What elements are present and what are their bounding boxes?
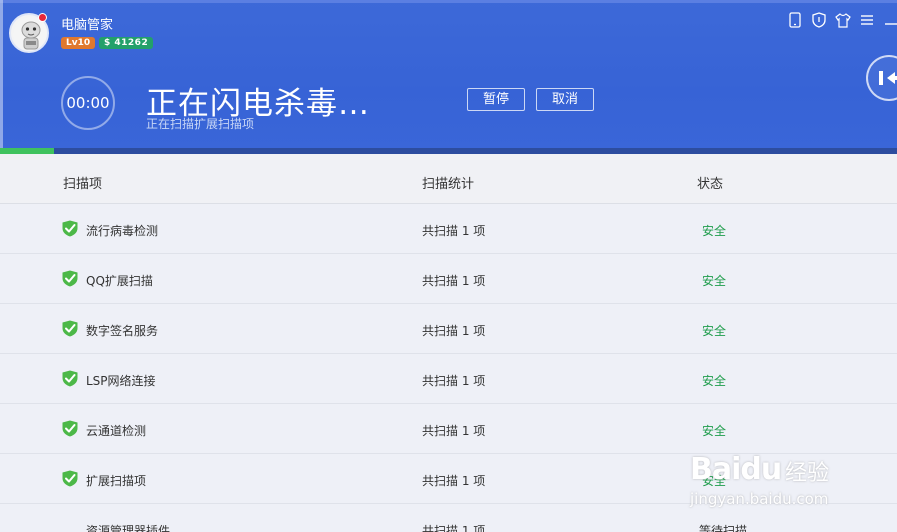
scan-item-name: LSP网络连接 xyxy=(86,374,156,388)
table-row[interactable]: 云通道检测 共扫描 1 项 安全 xyxy=(0,404,897,454)
check-shield-icon xyxy=(62,370,78,387)
window-controls xyxy=(787,11,897,29)
table-row[interactable]: QQ扩展扫描 共扫描 1 项 安全 xyxy=(0,254,897,304)
table-header: 扫描项 扫描统计 状态 xyxy=(0,154,897,204)
scan-item-name: 数字签名服务 xyxy=(86,324,159,338)
check-shield-icon xyxy=(62,320,78,337)
scan-item-count: 共扫描 1 项 xyxy=(422,524,486,532)
window-left-edge xyxy=(0,0,3,150)
scan-item-count: 共扫描 1 项 xyxy=(422,474,486,488)
watermark-url: jingyan.baidu.com xyxy=(690,490,829,508)
scan-item-count: 共扫描 1 项 xyxy=(422,324,486,338)
scan-item-status: 安全 xyxy=(702,424,727,438)
scan-item-name: 云通道检测 xyxy=(86,424,147,438)
side-panel-toggle[interactable] xyxy=(866,55,897,101)
menu-icon[interactable] xyxy=(859,12,875,28)
scan-item-status: 安全 xyxy=(702,324,727,338)
column-header-stats: 扫描统计 xyxy=(422,177,475,192)
scan-item-name: 扩展扫描项 xyxy=(86,474,147,488)
check-shield-icon xyxy=(62,470,78,487)
scan-subtitle: 正在扫描扩展扫描项 xyxy=(146,117,255,131)
exit-arrow-icon xyxy=(879,71,897,85)
scan-item-count: 共扫描 1 项 xyxy=(422,224,486,238)
scan-item-name: 流行病毒检测 xyxy=(86,224,159,238)
phone-icon[interactable] xyxy=(787,12,803,28)
table-row[interactable]: 数字签名服务 共扫描 1 项 安全 xyxy=(0,304,897,354)
level-badge[interactable]: Lv10 xyxy=(61,37,96,49)
scan-item-status: 安全 xyxy=(702,274,727,288)
scan-item-count: 共扫描 1 项 xyxy=(422,374,486,388)
minimize-icon[interactable] xyxy=(883,12,897,28)
scan-item-count: 共扫描 1 项 xyxy=(422,424,486,438)
watermark-brand: Baidu xyxy=(690,452,782,487)
scan-item-status: 安全 xyxy=(702,224,727,238)
cancel-button[interactable]: 取消 xyxy=(536,88,594,111)
scan-item-status: 安全 xyxy=(702,374,727,388)
scan-header: 电脑管家 Lv10 $ 41262 00:00 正在闪电杀毒… 正在扫描扩展扫描… xyxy=(0,0,897,154)
table-row[interactable]: LSP网络连接 共扫描 1 项 安全 xyxy=(0,354,897,404)
column-header-status: 状态 xyxy=(697,177,724,192)
watermark-cn: 经验 xyxy=(785,461,830,486)
scan-timer: 00:00 xyxy=(61,76,115,130)
check-shield-icon xyxy=(62,270,78,287)
table-row[interactable]: 资源管理器插件 共扫描 1 项 等待扫描 xyxy=(0,504,897,532)
app-title: 电脑管家 xyxy=(61,18,114,33)
column-header-item: 扫描项 xyxy=(63,177,103,192)
table-row[interactable]: 流行病毒检测 共扫描 1 项 安全 xyxy=(0,204,897,254)
check-shield-icon xyxy=(62,220,78,237)
scan-item-name: QQ扩展扫描 xyxy=(86,274,153,288)
check-shield-icon xyxy=(62,420,78,437)
header-top-line xyxy=(0,0,897,3)
scan-item-status: 等待扫描 xyxy=(699,524,748,532)
pause-button[interactable]: 暂停 xyxy=(467,88,525,111)
shield-icon[interactable] xyxy=(811,12,827,28)
scan-item-name: 资源管理器插件 xyxy=(86,524,171,532)
coin-badge[interactable]: $ 41262 xyxy=(99,37,154,49)
notification-dot xyxy=(38,13,47,22)
scan-item-count: 共扫描 1 项 xyxy=(422,274,486,288)
shirt-icon[interactable] xyxy=(835,12,851,28)
